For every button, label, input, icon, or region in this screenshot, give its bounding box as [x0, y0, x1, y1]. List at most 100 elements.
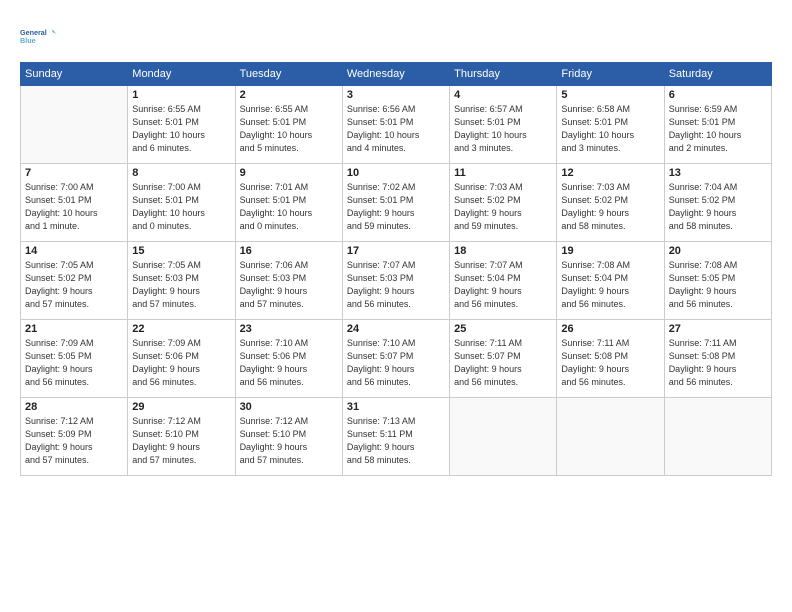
day-number: 8 [132, 167, 230, 179]
day-number: 12 [561, 167, 659, 179]
day-number: 27 [669, 323, 767, 335]
day-info: Sunrise: 7:12 AMSunset: 5:10 PMDaylight:… [132, 415, 230, 467]
day-number: 26 [561, 323, 659, 335]
day-info: Sunrise: 7:08 AMSunset: 5:05 PMDaylight:… [669, 259, 767, 311]
calendar-cell [557, 398, 664, 476]
calendar-cell: 20Sunrise: 7:08 AMSunset: 5:05 PMDayligh… [664, 242, 771, 320]
calendar-header-row: SundayMondayTuesdayWednesdayThursdayFrid… [21, 63, 772, 86]
calendar-cell: 5 Sunrise: 6:58 AMSunset: 5:01 PMDaylight… [557, 86, 664, 164]
day-number: 14 [25, 245, 123, 257]
calendar-cell: 13Sunrise: 7:04 AMSunset: 5:02 PMDayligh… [664, 164, 771, 242]
day-info: Sunrise: 7:11 AMSunset: 5:07 PMDaylight:… [454, 337, 552, 389]
logo: General Blue [20, 18, 56, 54]
day-number: 4 [454, 89, 552, 101]
calendar-header-thursday: Thursday [450, 63, 557, 86]
calendar-cell: 6Sunrise: 6:59 AMSunset: 5:01 PMDaylight… [664, 86, 771, 164]
day-info: Sunrise: 6:55 AMSunset: 5:01 PMDaylight:… [132, 103, 230, 155]
day-info: Sunrise: 7:05 AMSunset: 5:02 PMDaylight:… [25, 259, 123, 311]
day-info: Sunrise: 7:12 AMSunset: 5:09 PMDaylight:… [25, 415, 123, 467]
calendar-cell: 7 Sunrise: 7:00 AMSunset: 5:01 PMDaylight… [21, 164, 128, 242]
day-number: 31 [347, 401, 445, 413]
calendar-header-friday: Friday [557, 63, 664, 86]
svg-text:Blue: Blue [20, 36, 36, 45]
day-number: 24 [347, 323, 445, 335]
calendar-week-3: 21 Sunrise: 7:09 AMSunset: 5:05 PMDayligh… [21, 320, 772, 398]
day-number: 21 [25, 323, 123, 335]
logo-svg: General Blue [20, 18, 56, 54]
day-info: Sunrise: 7:09 AMSunset: 5:06 PMDaylight:… [132, 337, 230, 389]
calendar-week-4: 28 Sunrise: 7:12 AMSunset: 5:09 PMDayligh… [21, 398, 772, 476]
calendar-cell: 17Sunrise: 7:07 AMSunset: 5:03 PMDayligh… [342, 242, 449, 320]
calendar-cell: 26 Sunrise: 7:11 AMSunset: 5:08 PMDayligh… [557, 320, 664, 398]
day-info: Sunrise: 7:10 AMSunset: 5:07 PMDaylight:… [347, 337, 445, 389]
calendar-cell: 30 Sunrise: 7:12 AMSunset: 5:10 PMDayligh… [235, 398, 342, 476]
calendar-cell: 31 Sunrise: 7:13 AMSunset: 5:11 PMDayligh… [342, 398, 449, 476]
calendar-cell: 24 Sunrise: 7:10 AMSunset: 5:07 PMDayligh… [342, 320, 449, 398]
calendar-header-wednesday: Wednesday [342, 63, 449, 86]
day-number: 29 [132, 401, 230, 413]
day-info: Sunrise: 7:03 AMSunset: 5:02 PMDaylight:… [454, 181, 552, 233]
day-number: 22 [132, 323, 230, 335]
day-number: 5 [561, 89, 659, 101]
day-number: 13 [669, 167, 767, 179]
day-number: 7 [25, 167, 123, 179]
calendar-cell: 19 Sunrise: 7:08 AMSunset: 5:04 PMDayligh… [557, 242, 664, 320]
day-number: 19 [561, 245, 659, 257]
calendar-cell: 25 Sunrise: 7:11 AMSunset: 5:07 PMDayligh… [450, 320, 557, 398]
svg-text:General: General [20, 28, 47, 37]
day-info: Sunrise: 6:57 AMSunset: 5:01 PMDaylight:… [454, 103, 552, 155]
header: General Blue [20, 18, 772, 54]
day-number: 28 [25, 401, 123, 413]
calendar-cell: 4 Sunrise: 6:57 AMSunset: 5:01 PMDaylight… [450, 86, 557, 164]
day-number: 3 [347, 89, 445, 101]
day-number: 30 [240, 401, 338, 413]
calendar-cell: 29 Sunrise: 7:12 AMSunset: 5:10 PMDayligh… [128, 398, 235, 476]
calendar-week-1: 7 Sunrise: 7:00 AMSunset: 5:01 PMDaylight… [21, 164, 772, 242]
calendar-header-monday: Monday [128, 63, 235, 86]
day-number: 1 [132, 89, 230, 101]
calendar-cell: 9Sunrise: 7:01 AMSunset: 5:01 PMDaylight… [235, 164, 342, 242]
calendar-cell: 3 Sunrise: 6:56 AMSunset: 5:01 PMDaylight… [342, 86, 449, 164]
day-number: 10 [347, 167, 445, 179]
calendar-cell [450, 398, 557, 476]
calendar-cell: 28 Sunrise: 7:12 AMSunset: 5:09 PMDayligh… [21, 398, 128, 476]
day-info: Sunrise: 7:07 AMSunset: 5:03 PMDaylight:… [347, 259, 445, 311]
day-info: Sunrise: 7:00 AMSunset: 5:01 PMDaylight:… [25, 181, 123, 233]
day-number: 16 [240, 245, 338, 257]
calendar-cell: 18Sunrise: 7:07 AMSunset: 5:04 PMDayligh… [450, 242, 557, 320]
day-number: 18 [454, 245, 552, 257]
day-info: Sunrise: 7:11 AMSunset: 5:08 PMDaylight:… [561, 337, 659, 389]
calendar-cell: 11 Sunrise: 7:03 AMSunset: 5:02 PMDayligh… [450, 164, 557, 242]
calendar-cell: 1 Sunrise: 6:55 AMSunset: 5:01 PMDaylight… [128, 86, 235, 164]
day-number: 11 [454, 167, 552, 179]
calendar-cell: 22 Sunrise: 7:09 AMSunset: 5:06 PMDayligh… [128, 320, 235, 398]
calendar-cell: 2Sunrise: 6:55 AMSunset: 5:01 PMDaylight… [235, 86, 342, 164]
day-info: Sunrise: 7:00 AMSunset: 5:01 PMDaylight:… [132, 181, 230, 233]
day-info: Sunrise: 7:09 AMSunset: 5:05 PMDaylight:… [25, 337, 123, 389]
day-number: 15 [132, 245, 230, 257]
day-number: 9 [240, 167, 338, 179]
calendar-week-2: 14 Sunrise: 7:05 AMSunset: 5:02 PMDayligh… [21, 242, 772, 320]
day-info: Sunrise: 6:55 AMSunset: 5:01 PMDaylight:… [240, 103, 338, 155]
calendar-header-tuesday: Tuesday [235, 63, 342, 86]
day-info: Sunrise: 7:11 AMSunset: 5:08 PMDaylight:… [669, 337, 767, 389]
calendar-cell: 15 Sunrise: 7:05 AMSunset: 5:03 PMDayligh… [128, 242, 235, 320]
day-number: 23 [240, 323, 338, 335]
calendar-cell [21, 86, 128, 164]
day-info: Sunrise: 7:12 AMSunset: 5:10 PMDaylight:… [240, 415, 338, 467]
day-info: Sunrise: 6:58 AMSunset: 5:01 PMDaylight:… [561, 103, 659, 155]
calendar-cell: 12Sunrise: 7:03 AMSunset: 5:02 PMDayligh… [557, 164, 664, 242]
calendar-cell: 8 Sunrise: 7:00 AMSunset: 5:01 PMDaylight… [128, 164, 235, 242]
calendar-cell: 21 Sunrise: 7:09 AMSunset: 5:05 PMDayligh… [21, 320, 128, 398]
calendar-cell: 23 Sunrise: 7:10 AMSunset: 5:06 PMDayligh… [235, 320, 342, 398]
calendar-body: 1 Sunrise: 6:55 AMSunset: 5:01 PMDaylight… [21, 86, 772, 476]
day-number: 25 [454, 323, 552, 335]
day-info: Sunrise: 6:59 AMSunset: 5:01 PMDaylight:… [669, 103, 767, 155]
day-info: Sunrise: 6:56 AMSunset: 5:01 PMDaylight:… [347, 103, 445, 155]
calendar-header-saturday: Saturday [664, 63, 771, 86]
day-info: Sunrise: 7:05 AMSunset: 5:03 PMDaylight:… [132, 259, 230, 311]
calendar-week-0: 1 Sunrise: 6:55 AMSunset: 5:01 PMDaylight… [21, 86, 772, 164]
day-info: Sunrise: 7:10 AMSunset: 5:06 PMDaylight:… [240, 337, 338, 389]
day-info: Sunrise: 7:13 AMSunset: 5:11 PMDaylight:… [347, 415, 445, 467]
day-info: Sunrise: 7:08 AMSunset: 5:04 PMDaylight:… [561, 259, 659, 311]
